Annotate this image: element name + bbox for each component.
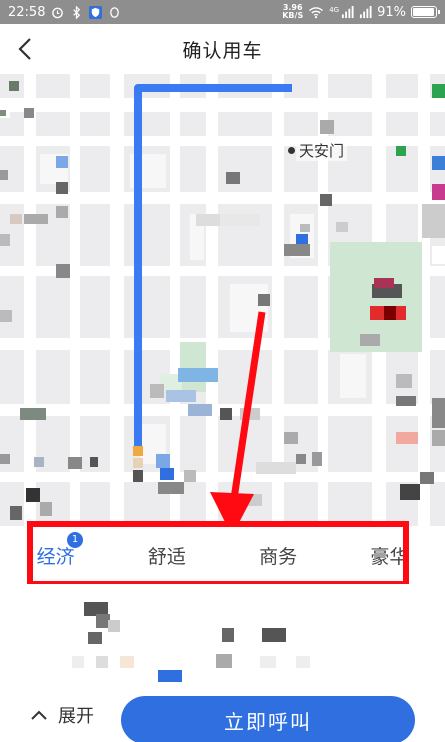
alarm-icon (52, 7, 64, 18)
place-label: 天安门 (296, 140, 348, 161)
expand-button[interactable]: 展开 (30, 702, 94, 728)
tab-economy[interactable]: 经济 1 (0, 531, 111, 569)
signal-icon (342, 5, 354, 18)
tab-luxury[interactable]: 豪华 (334, 542, 445, 569)
place-marker (288, 147, 295, 154)
header: 确认用车 (0, 24, 445, 74)
map-view[interactable]: 天安门 (0, 74, 445, 526)
bottom-bar: 展开 立即呼叫 (0, 690, 445, 742)
wifi-icon (309, 6, 324, 18)
qq-icon (110, 6, 120, 18)
battery-icon (411, 6, 440, 18)
car-level-tabs: 经济 1 舒适 商务 豪华 (0, 526, 445, 584)
battery-percent: 91% (377, 4, 406, 20)
tab-economy-badge: 1 (67, 531, 83, 548)
signal-icon-2 (360, 5, 372, 18)
tab-comfort[interactable]: 舒适 (111, 542, 222, 569)
back-button[interactable] (10, 34, 40, 64)
map-canvas (0, 74, 445, 526)
shield-app-icon (89, 5, 103, 19)
tab-business[interactable]: 商务 (223, 542, 334, 569)
page-title: 确认用车 (182, 39, 263, 62)
call-now-button[interactable]: 立即呼叫 (121, 696, 415, 742)
bluetooth-icon (73, 5, 81, 19)
expand-label: 展开 (58, 706, 94, 727)
status-time: 22:58 (8, 4, 46, 20)
car-options-list[interactable] (0, 584, 445, 684)
status-bar: 22:58 3.96 KB/S 4G 91% (0, 0, 445, 24)
chevron-left-icon (18, 38, 31, 60)
network-speed: 3.96 KB/S (282, 3, 304, 20)
chevron-up-icon (31, 710, 47, 720)
car-options-pixelated (72, 602, 310, 682)
network-type: 4G (329, 6, 340, 14)
